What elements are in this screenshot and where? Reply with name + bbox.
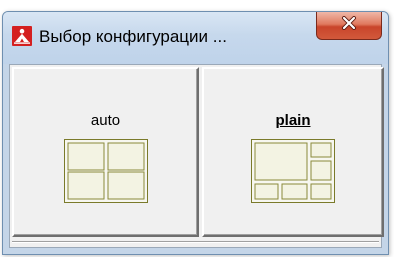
- config-auto-label: auto: [90, 112, 121, 129]
- dialog-body: auto plain: [9, 64, 384, 248]
- close-button[interactable]: [316, 12, 382, 40]
- config-dialog: Выбор конфигурации ... auto plain: [2, 11, 389, 255]
- bottom-divider: [12, 241, 379, 243]
- config-auto-button[interactable]: auto: [12, 67, 199, 237]
- config-plain-label: plain: [275, 112, 311, 129]
- config-plain-button[interactable]: plain: [202, 67, 384, 237]
- grid-2x2-layout-icon: [63, 139, 148, 208]
- grid-mixed-layout-icon: [251, 139, 335, 208]
- title-bar[interactable]: Выбор конфигурации ...: [3, 12, 388, 64]
- window-title: Выбор конфигурации ...: [39, 27, 227, 46]
- app-logo-icon: [12, 26, 32, 46]
- close-icon: [341, 16, 357, 35]
